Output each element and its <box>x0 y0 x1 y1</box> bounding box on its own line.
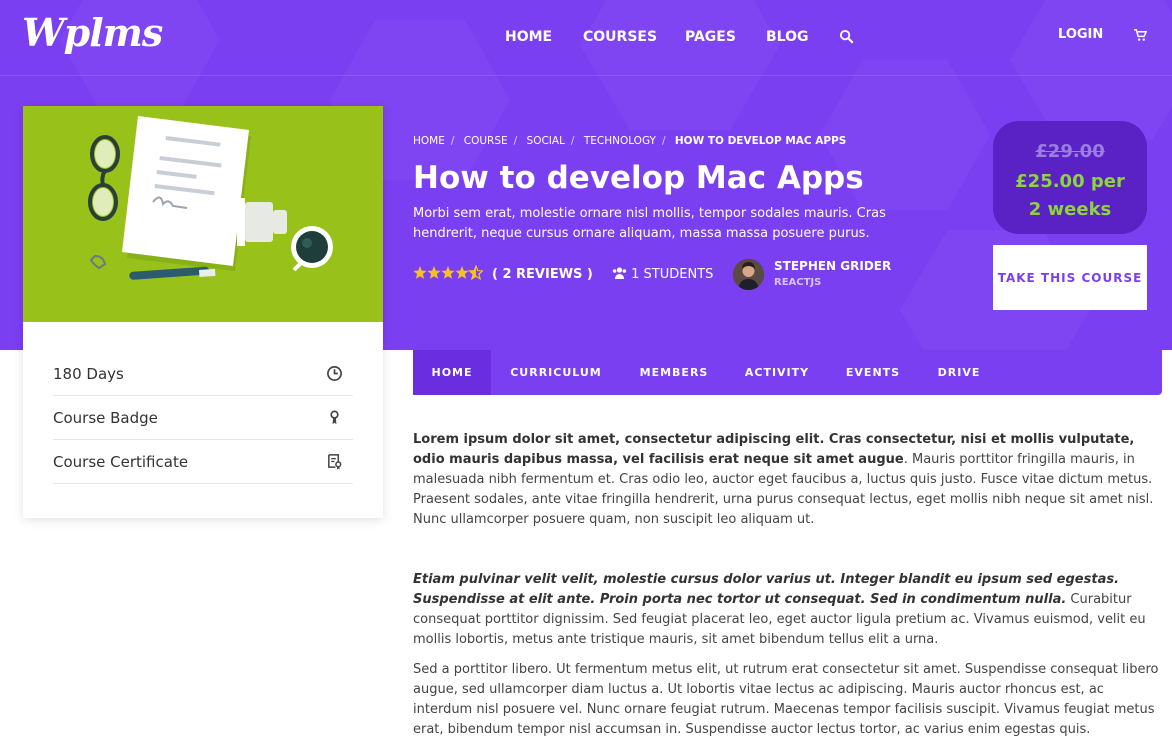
course-description: Lorem ipsum dolor sit amet, consectetur … <box>413 430 1163 750</box>
new-price: £25.00 per 2 weeks <box>993 168 1147 224</box>
course-sidebar-card: 180 Days Course Badge Course Certificate <box>23 106 383 518</box>
breadcrumb-separator: / <box>513 135 518 147</box>
breadcrumb-separator: / <box>661 135 666 147</box>
new-price-line1: £25.00 per <box>1015 171 1125 192</box>
take-course-button[interactable]: TAKE THIS COURSE <box>993 245 1147 310</box>
nav-pages[interactable]: PAGES <box>685 29 736 45</box>
nav-courses[interactable]: COURSES <box>583 29 657 45</box>
search-icon[interactable] <box>839 29 854 44</box>
course-title: How to develop Mac Apps <box>413 160 864 196</box>
sidebar-item-label: 180 Days <box>53 365 124 383</box>
price-box: £29.00 £25.00 per 2 weeks <box>993 121 1147 234</box>
cart-icon[interactable] <box>1134 29 1147 42</box>
instructor-name[interactable]: STEPHEN GRIDER <box>774 259 891 273</box>
top-navigation: Wplms HOME COURSES PAGES BLOG LOGIN <box>0 0 1172 76</box>
badge-icon <box>330 410 339 425</box>
tab-drive[interactable]: DRIVE <box>927 350 991 395</box>
course-subtitle: Morbi sem erat, molestie ornare nisl mol… <box>413 206 886 241</box>
description-paragraph: Etiam pulvinar velit velit, molestie cur… <box>413 570 1163 650</box>
breadcrumb: HOME / COURSE / SOCIAL / TECHNOLOGY / HOW TO… <box>413 135 852 147</box>
students-count: 1 STUDENTS <box>612 267 713 282</box>
tab-members[interactable]: MEMBERS <box>627 350 721 395</box>
breadcrumb-current: HOW TO DEVELOP MAC APPS <box>674 135 847 147</box>
breadcrumb-course[interactable]: COURSE <box>464 135 508 147</box>
tab-activity[interactable]: ACTIVITY <box>735 350 819 395</box>
tab-curriculum[interactable]: CURRICULUM <box>499 350 613 395</box>
reviews-count[interactable]: ( 2 REVIEWS ) <box>492 267 593 282</box>
sidebar-item-duration: 180 Days <box>53 352 353 396</box>
nav-home[interactable]: HOME <box>505 29 552 45</box>
breadcrumb-technology[interactable]: TECHNOLOGY <box>584 135 656 147</box>
tab-home[interactable]: HOME <box>413 350 491 395</box>
breadcrumb-separator: / <box>450 135 455 147</box>
description-paragraph: Lorem ipsum dolor sit amet, consectetur … <box>413 430 1163 530</box>
rating-stars <box>413 265 483 281</box>
students-label: 1 STUDENTS <box>631 267 714 282</box>
old-price: £29.00 <box>1035 141 1105 162</box>
description-italic-text: Etiam pulvinar velit velit, molestie cur… <box>413 572 1120 607</box>
new-price-line2: 2 weeks <box>1028 199 1112 220</box>
breadcrumb-home[interactable]: HOME <box>413 135 445 147</box>
sidebar-item-certificate: Course Certificate <box>53 440 353 484</box>
breadcrumb-social[interactable]: SOCIAL <box>527 135 565 147</box>
instructor-subtitle: REACTJS <box>774 277 822 288</box>
sidebar-item-label: Course Certificate <box>53 453 189 471</box>
tab-events[interactable]: EVENTS <box>835 350 911 395</box>
nav-blog[interactable]: BLOG <box>766 29 809 45</box>
course-illustration <box>88 116 333 280</box>
sidebar-item-badge: Course Badge <box>53 396 353 440</box>
sidebar-item-label: Course Badge <box>53 409 158 427</box>
breadcrumb-separator: / <box>570 135 575 147</box>
certificate-icon <box>328 454 342 470</box>
instructor-avatar[interactable] <box>733 259 764 290</box>
description-paragraph: Sed a porttitor libero. Ut fermentum met… <box>413 662 1159 737</box>
course-thumbnail[interactable] <box>23 106 383 322</box>
users-icon <box>612 267 627 279</box>
clock-icon <box>327 366 342 381</box>
course-tabs: HOME CURRICULUM MEMBERS ACTIVITY EVENTS … <box>413 350 1162 395</box>
login-link[interactable]: LOGIN <box>1058 27 1103 42</box>
site-logo[interactable]: Wplms <box>22 10 163 55</box>
